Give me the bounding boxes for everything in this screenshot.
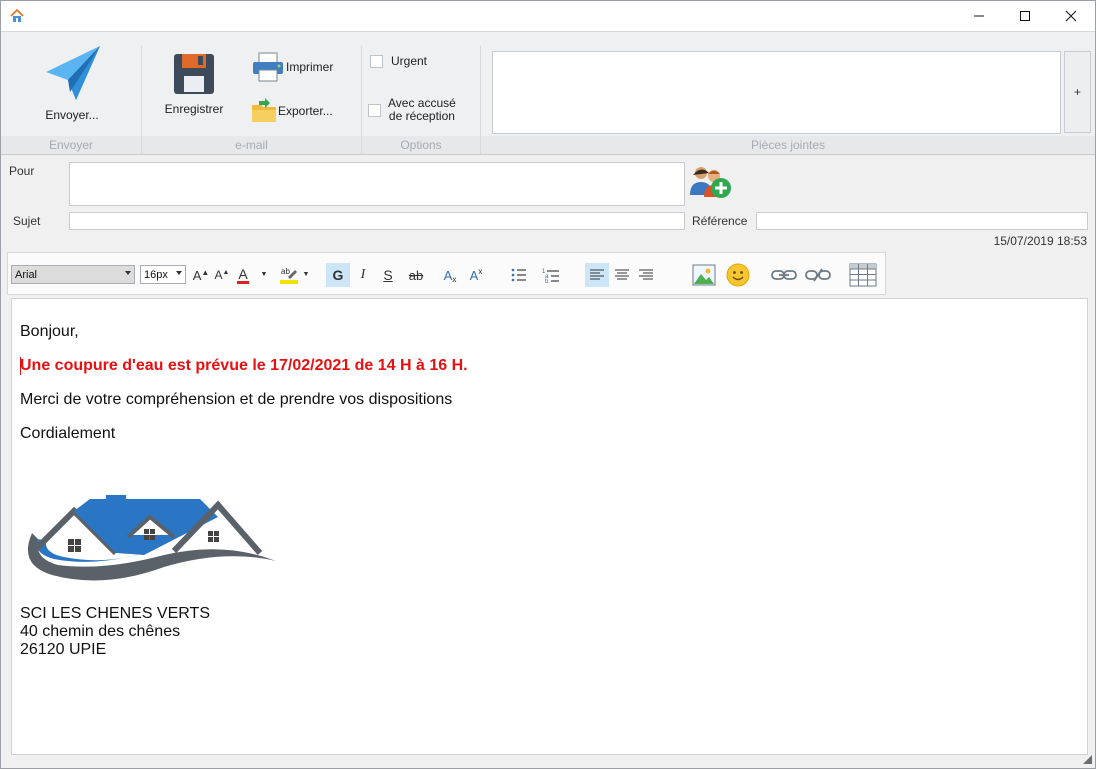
format-toolbar: Arial 16px A ▲ A ▲ A ▼ ab ▼ G I S ab A x…: [7, 252, 886, 295]
signature-street: 40 chemin des chênes: [20, 623, 181, 640]
add-contacts-icon: [690, 167, 731, 198]
greeting-text: Bonjour,: [20, 323, 79, 340]
send-label: Envoyer...: [45, 108, 99, 122]
image-icon: [692, 264, 716, 286]
insert-table-button[interactable]: [848, 262, 878, 288]
font-color-dropdown[interactable]: ▼: [260, 267, 268, 281]
print-button[interactable]: Imprimer: [251, 52, 333, 82]
unlink-icon: [805, 268, 831, 282]
home-icon: [10, 8, 24, 22]
strikethrough-button[interactable]: ab: [404, 263, 428, 287]
subject-field[interactable]: [69, 212, 685, 230]
closing-text: Cordialement: [20, 425, 116, 442]
save-label: Enregistrer: [164, 102, 224, 116]
signature-company: SCI LES CHENES VERTS: [20, 605, 210, 622]
export-folder-icon: [252, 98, 276, 122]
bullet-list-button[interactable]: [508, 263, 530, 287]
printer-icon: [253, 52, 283, 82]
svg-text:b: b: [545, 279, 549, 283]
superscript-label: A: [469, 267, 479, 283]
to-field[interactable]: [69, 162, 685, 206]
save-button[interactable]: Enregistrer: [155, 52, 233, 116]
paper-plane-icon: [46, 46, 100, 100]
urgent-label: Urgent: [391, 54, 428, 68]
superscript-button[interactable]: Ax: [466, 263, 486, 287]
font-color-label: A: [238, 265, 248, 282]
align-right-button[interactable]: [635, 263, 657, 287]
font-family-select[interactable]: Arial: [11, 265, 135, 284]
align-center-icon: [615, 269, 629, 280]
print-label: Imprimer: [286, 60, 334, 74]
minimize-icon: [974, 15, 984, 17]
insert-link-button[interactable]: [770, 263, 798, 287]
reference-label: Référence: [692, 214, 748, 228]
timestamp: 15/07/2019 18:53: [993, 234, 1087, 248]
maximize-button[interactable]: [1002, 1, 1048, 31]
shrink-font-label: A: [214, 268, 223, 282]
reference-field[interactable]: [756, 212, 1088, 230]
title-bar: [1, 1, 1095, 31]
insert-image-button[interactable]: [691, 262, 717, 288]
message-editor[interactable]: Bonjour, Une coupure d'eau est prévue le…: [11, 298, 1088, 755]
font-color-button[interactable]: A: [234, 263, 252, 287]
attachments-box[interactable]: [492, 51, 1061, 134]
align-left-icon: [590, 269, 604, 280]
link-icon: [771, 270, 797, 280]
insert-emoji-button[interactable]: [725, 262, 751, 288]
italic-button[interactable]: I: [352, 263, 374, 287]
numbered-list-icon: 1 a b: [542, 269, 559, 283]
highlight-dropdown[interactable]: ▼: [302, 267, 310, 281]
group-label-email: e-mail: [235, 138, 268, 152]
receipt-check-box[interactable]: [368, 103, 381, 117]
font-size-select[interactable]: 16px: [140, 265, 186, 284]
align-left-button[interactable]: [585, 263, 609, 287]
receipt-checkbox[interactable]: Avec accusé de réception: [368, 97, 456, 123]
svg-text:ab: ab: [281, 267, 290, 276]
subject-label: Sujet: [13, 214, 41, 228]
align-right-icon: [639, 269, 653, 280]
maximize-icon: [1020, 11, 1030, 21]
font-family-value: Arial: [15, 268, 38, 281]
subscript-button[interactable]: Ax: [440, 263, 460, 287]
highlight-button[interactable]: ab: [278, 263, 300, 287]
thanks-text: Merci de votre compréhension et de prend…: [20, 391, 453, 408]
resize-grip-icon[interactable]: [1081, 753, 1093, 765]
urgent-check-box[interactable]: [370, 54, 383, 68]
group-label-send: Envoyer: [48, 138, 94, 152]
company-logo: [27, 495, 276, 581]
export-label: Exporter...: [278, 104, 333, 118]
subscript-label: A: [443, 267, 453, 283]
receipt-label: Avec accusé de réception: [388, 96, 456, 123]
add-attachment-button[interactable]: +: [1064, 51, 1091, 133]
urgent-checkbox[interactable]: Urgent: [370, 54, 427, 68]
notice-text: Une coupure d'eau est prévue le 17/02/20…: [20, 357, 468, 374]
grow-font-button[interactable]: A ▲: [191, 264, 211, 286]
group-label-attachments: Pièces jointes: [750, 138, 826, 152]
send-button[interactable]: Envoyer...: [29, 42, 115, 122]
ribbon: Envoyer... Envoyer Enregistrer Imprimer: [1, 31, 1095, 155]
floppy-disk-icon: [174, 54, 214, 94]
remove-link-button[interactable]: [804, 263, 832, 287]
minimize-button[interactable]: [956, 1, 1002, 31]
shrink-font-button[interactable]: A ▲: [212, 264, 232, 286]
close-icon: [1065, 10, 1077, 22]
highlight-icon: ab: [280, 267, 298, 284]
table-icon: [849, 263, 877, 287]
close-button[interactable]: [1048, 1, 1094, 31]
signature-city: 26120 UPIE: [20, 641, 107, 658]
font-size-value: 16px: [144, 268, 168, 281]
smiley-icon: [726, 263, 750, 287]
to-label: Pour: [9, 164, 35, 178]
align-center-button[interactable]: [611, 263, 633, 287]
grow-font-label: A: [192, 267, 202, 283]
numbered-list-button[interactable]: 1 a b: [540, 263, 562, 287]
underline-button[interactable]: S: [377, 263, 399, 287]
group-label-options: Options: [400, 138, 442, 152]
add-recipient-button[interactable]: [689, 165, 733, 204]
bold-button[interactable]: G: [326, 263, 350, 287]
compose-window: Envoyer... Envoyer Enregistrer Imprimer: [0, 0, 1096, 769]
text-cursor: [20, 357, 21, 375]
export-button[interactable]: Exporter...: [251, 98, 333, 124]
bullet-list-icon: [511, 268, 526, 282]
